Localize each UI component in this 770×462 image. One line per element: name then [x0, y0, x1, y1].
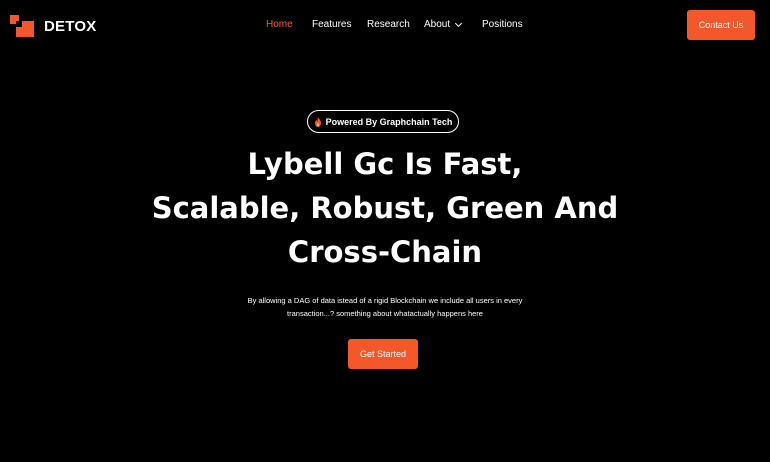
badge-text: Powered By Graphchain Tech	[325, 116, 453, 127]
nav-item-label: Home	[266, 19, 293, 30]
landing-page: DETOX Home Features Research About Posit…	[0, 0, 770, 462]
chevron-down-icon	[455, 19, 463, 27]
nav-item-label: Positions	[482, 19, 523, 30]
nav-item-features[interactable]: Features	[312, 19, 351, 30]
contact-us-button[interactable]: Contact Us	[687, 10, 755, 40]
nav-item-home[interactable]: Home	[266, 19, 293, 30]
nav-item-label: Research	[367, 19, 410, 30]
hero-title-line: Cross-Chain	[287, 235, 483, 269]
nav-item-label: About	[424, 19, 451, 30]
hero-title: Lybell Gc Is Fast, Scalable, Robust, Gre…	[0, 142, 770, 274]
main-nav: Home Features Research About Positions	[0, 19, 770, 33]
hero-title-line: Scalable, Robust, Green And	[151, 191, 619, 225]
hero-description-line: transaction...? something about whatactu…	[287, 309, 483, 318]
hero-description: By allowing a DAG of data istead of a ri…	[200, 294, 570, 320]
flame-icon	[314, 116, 321, 127]
get-started-button[interactable]: Get Started	[348, 339, 418, 369]
site-header: DETOX Home Features Research About Posit…	[0, 0, 770, 50]
hero-title-line: Lybell Gc Is Fast,	[247, 147, 523, 181]
hero-description-line: By allowing a DAG of data istead of a ri…	[247, 296, 523, 305]
nav-item-research[interactable]: Research	[367, 19, 410, 30]
nav-item-positions[interactable]: Positions	[482, 19, 523, 30]
powered-by-badge: Powered By Graphchain Tech	[307, 110, 459, 133]
nav-item-label: Features	[312, 19, 352, 30]
nav-item-about[interactable]: About	[424, 19, 463, 30]
